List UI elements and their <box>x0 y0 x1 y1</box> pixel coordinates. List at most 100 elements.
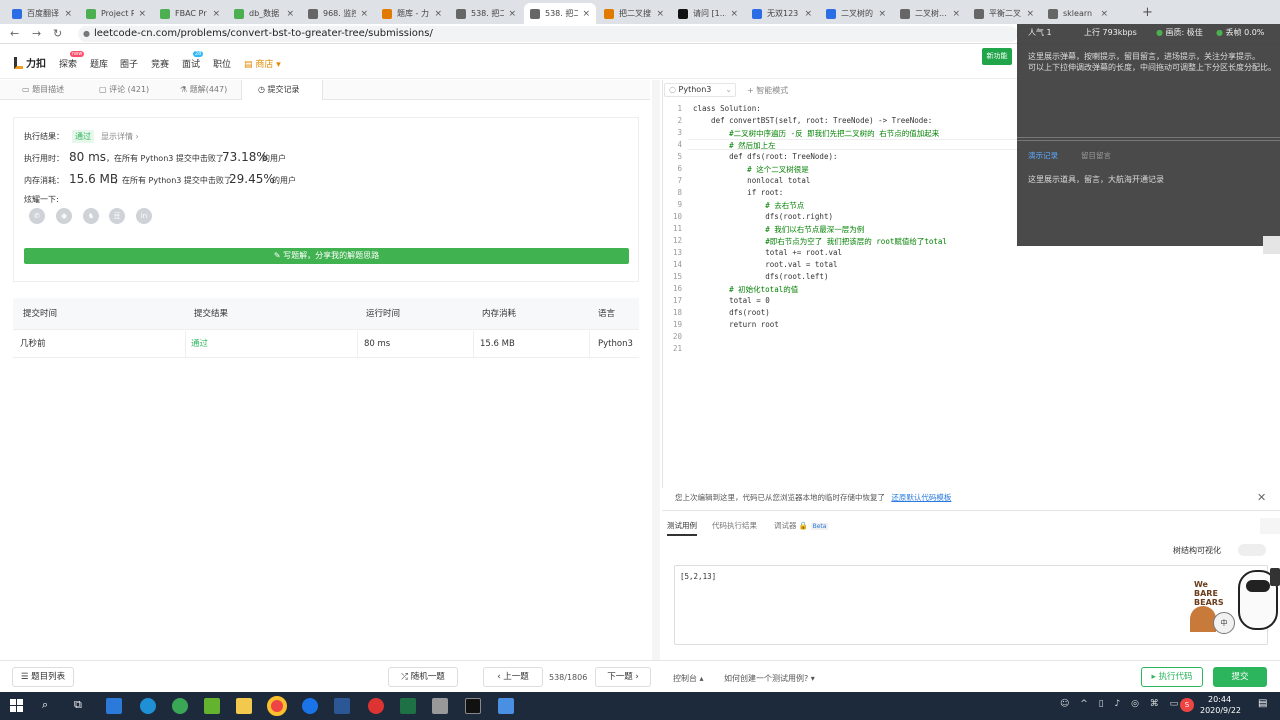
cell-result[interactable]: 通过 <box>191 331 208 357</box>
nav-store[interactable]: ▤ 商店 ▾ <box>244 57 281 70</box>
code-line[interactable]: def convertBST(self, root: TreeNode) -> … <box>693 116 932 125</box>
tab-submissions[interactable]: ◷ 提交记录 <box>241 80 323 100</box>
close-tab-icon[interactable]: × <box>508 9 516 19</box>
browser-tab[interactable]: FBAC Pr × <box>154 3 226 24</box>
code-line[interactable]: #二叉树中序遍历 -反 即我们先把二叉树的 右节点的值加起来 <box>693 128 939 139</box>
code-line[interactable]: dfs(root.left) <box>693 272 828 281</box>
close-tab-icon[interactable]: × <box>1100 9 1108 19</box>
app-icon[interactable] <box>172 698 188 714</box>
reload-icon[interactable]: ↻ <box>53 27 62 40</box>
code-line[interactable]: # 这个二叉树很是 <box>693 164 809 175</box>
code-line[interactable]: total += root.val <box>693 248 842 257</box>
close-tab-icon[interactable]: × <box>434 9 442 19</box>
close-tab-icon[interactable]: × <box>212 9 220 19</box>
search-icon[interactable]: ⌕ <box>42 698 48 712</box>
tab-testcase[interactable]: 测试用例 <box>667 520 697 536</box>
browser-tab[interactable]: Project R × <box>80 3 152 24</box>
prev-question-button[interactable]: ‹ 上一题 <box>483 667 543 687</box>
wechat-icon[interactable]: ✆ <box>29 208 45 224</box>
edge-app-icon[interactable] <box>140 698 156 714</box>
tab-debugger[interactable]: 调试器 🔒 Beta <box>774 520 829 531</box>
terminal-app-icon[interactable] <box>465 698 481 714</box>
overlay-tab-demo[interactable]: 演示记录 <box>1028 150 1058 161</box>
submit-button[interactable]: 提交 <box>1213 667 1267 687</box>
browser-tab[interactable]: 平衡二叉 × <box>968 3 1040 24</box>
browser-tab[interactable]: db_数据 × <box>228 3 300 24</box>
run-code-button[interactable]: ▸ 执行代码 <box>1141 667 1203 687</box>
next-question-button[interactable]: 下一题 › <box>595 667 651 687</box>
browser-tab[interactable]: 百度翻译 × <box>6 3 78 24</box>
random-question-button[interactable]: ⤮ 随机一题 <box>388 667 458 687</box>
browser-tab[interactable]: 无双123 × <box>746 3 818 24</box>
tab-comments[interactable]: ▢ 评论 (421) <box>95 80 173 100</box>
windows-start-icon[interactable] <box>10 699 23 712</box>
code-line[interactable]: if root: <box>693 188 783 197</box>
code-line[interactable]: # 初始化total的值 <box>693 284 798 295</box>
new-feature-button[interactable]: 新功能 <box>982 48 1012 65</box>
code-line[interactable]: def dfs(root: TreeNode): <box>693 152 837 161</box>
side-expand-button[interactable] <box>1263 236 1280 254</box>
code-line[interactable]: # 去右节点 <box>693 200 804 211</box>
forward-icon[interactable]: → <box>32 27 41 40</box>
excel-app-icon[interactable] <box>400 698 416 714</box>
close-icon[interactable]: ✕ <box>1257 491 1266 504</box>
show-detail-link[interactable]: 显示详情 › <box>101 131 139 142</box>
close-tab-icon[interactable]: × <box>878 9 886 19</box>
back-icon[interactable]: ← <box>10 27 19 40</box>
how-to-testcase-link[interactable]: 如何创建一个测试用例? ▾ <box>724 673 815 684</box>
tab-run-result[interactable]: 代码执行结果 <box>712 520 757 531</box>
question-list-button[interactable]: ☰ 题目列表 <box>12 667 74 687</box>
notification-icon[interactable]: ▤ <box>1258 698 1267 709</box>
browser-tab[interactable]: 968. 监控 × <box>302 3 374 24</box>
close-tab-icon[interactable]: × <box>1026 9 1034 19</box>
task-view-icon[interactable]: ⧉ <box>74 698 82 712</box>
netease-app-icon[interactable] <box>368 698 384 714</box>
browser-tab[interactable]: 二叉树... × <box>894 3 966 24</box>
code-line[interactable]: root.val = total <box>693 260 837 269</box>
browser-tab[interactable]: 538. 把二 × <box>450 3 522 24</box>
code-line[interactable]: nonlocal total <box>693 176 810 185</box>
console-toggle[interactable]: 控制台 ▴ <box>673 673 704 684</box>
close-tab-icon[interactable]: × <box>64 9 72 19</box>
tab-solutions[interactable]: ⚗ 题解(447) <box>176 80 240 100</box>
tray-icons[interactable]: ☺ ^ ▯ ♪ ◎ ⌘ ▭ <box>1060 699 1182 709</box>
nav-explore[interactable]: 探索 <box>59 57 77 70</box>
weibo-icon[interactable]: ◉ <box>56 208 72 224</box>
word-app-icon[interactable] <box>334 698 350 714</box>
browser-tab[interactable]: 二叉树的 × <box>820 3 892 24</box>
ime-icon[interactable]: S <box>1180 698 1194 712</box>
close-tab-icon[interactable]: × <box>138 9 146 19</box>
tab-description[interactable]: ▭ 题目描述 <box>18 80 88 100</box>
code-line[interactable]: # 然后加上左 <box>693 140 776 151</box>
browser-tab[interactable]: 538. 把二 × <box>524 3 596 24</box>
linkedin-icon[interactable]: in <box>136 208 152 224</box>
close-tab-icon[interactable]: × <box>582 9 590 19</box>
douban-icon[interactable]: 豆 <box>109 208 125 224</box>
url-input[interactable]: ● leetcode-cn.com/problems/convert-bst-t… <box>78 26 1018 42</box>
browser-tab[interactable]: 把二叉搜 × <box>598 3 670 24</box>
qq-icon[interactable]: ♞ <box>83 208 99 224</box>
nav-contest[interactable]: 竞赛 <box>151 57 169 70</box>
close-tab-icon[interactable]: × <box>804 9 812 19</box>
code-line[interactable]: dfs(root) <box>693 308 770 317</box>
code-line[interactable]: # 我们以右节点最深一层为例 <box>693 224 864 235</box>
restore-default-link[interactable]: 还原默认代码模板 <box>891 493 951 502</box>
side-scroll-button[interactable] <box>1260 518 1280 534</box>
close-tab-icon[interactable]: × <box>656 9 664 19</box>
panel-splitter[interactable] <box>652 80 660 660</box>
app-icon[interactable] <box>498 698 514 714</box>
nav-circle[interactable]: 圈子 <box>120 57 138 70</box>
app-icon[interactable] <box>302 698 318 714</box>
tree-visualize-toggle[interactable] <box>1238 544 1266 556</box>
nav-interview[interactable]: 面试 <box>182 57 200 70</box>
smart-mode-toggle[interactable]: + 智能模式 <box>747 85 788 96</box>
new-tab-button[interactable]: + <box>1142 5 1153 20</box>
close-tab-icon[interactable]: × <box>952 9 960 19</box>
write-solution-button[interactable]: ✎ 写题解，分享我的解题思路 <box>24 248 629 264</box>
code-line[interactable]: #即右节点为空了 我们把该层的 root赋值给了total <box>693 236 947 247</box>
app-icon[interactable] <box>432 698 448 714</box>
close-tab-icon[interactable]: × <box>730 9 738 19</box>
overlay-divider[interactable] <box>1017 137 1280 141</box>
code-line[interactable]: total = 0 <box>693 296 770 305</box>
close-tab-icon[interactable]: × <box>286 9 294 19</box>
